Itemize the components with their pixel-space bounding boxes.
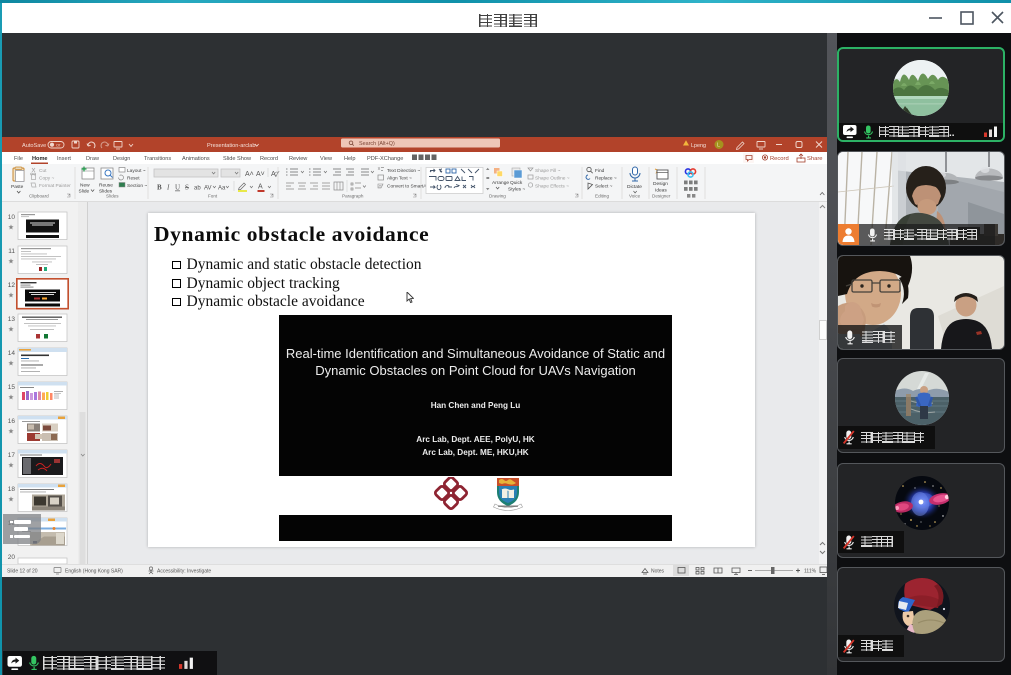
svg-text:A˄: A˄ [245, 171, 254, 178]
svg-text:Font: Font [208, 194, 218, 199]
svg-text:Accessibility: Investigate: Accessibility: Investigate [157, 569, 211, 575]
svg-text:Design: Design [113, 156, 130, 162]
svg-text:AutoSave: AutoSave [22, 143, 46, 149]
svg-text:PDF-XChange: PDF-XChange [367, 156, 403, 162]
svg-text:Drawing: Drawing [489, 194, 506, 199]
svg-text:Paragraph: Paragraph [342, 194, 364, 199]
svg-text:Quick: Quick [510, 180, 523, 186]
svg-text:A: A [258, 184, 263, 191]
svg-text:Animations: Animations [182, 156, 210, 162]
svg-text:S: S [185, 184, 189, 192]
svg-text:Styles ~: Styles ~ [508, 187, 525, 193]
svg-text:Lpeng: Lpeng [691, 143, 706, 149]
svg-text:Presentation-arclab: Presentation-arclab [207, 143, 256, 149]
svg-text:12: 12 [8, 282, 16, 289]
svg-text:AV: AV [204, 186, 212, 192]
svg-text:ab: ab [194, 186, 201, 192]
svg-text:Notes: Notes [651, 569, 665, 575]
svg-text:Slide: Slide [79, 189, 90, 195]
svg-text:A˅: A˅ [256, 171, 265, 178]
svg-text:Search (Alt+Q): Search (Alt+Q) [359, 141, 395, 147]
svg-text:Shape Fill ~: Shape Fill ~ [535, 168, 561, 174]
svg-text:Shape Outline ~: Shape Outline ~ [535, 176, 570, 182]
svg-text:Help: Help [344, 156, 356, 162]
svg-text:14: 14 [8, 350, 16, 357]
svg-text:Copy ~: Copy ~ [39, 176, 55, 182]
svg-text:Voice: Voice [629, 194, 641, 199]
svg-text:13: 13 [8, 316, 16, 323]
svg-text:Record: Record [770, 156, 789, 162]
svg-text:Insert: Insert [57, 156, 71, 162]
svg-text:View: View [320, 156, 333, 162]
svg-text:Section ~: Section ~ [127, 183, 147, 189]
svg-text:Aa: Aa [218, 186, 226, 192]
svg-text:Reset: Reset [127, 176, 140, 182]
svg-text:Text Direction ~: Text Direction ~ [387, 168, 420, 174]
svg-text:Replace ~: Replace ~ [595, 176, 617, 182]
svg-text:New: New [80, 183, 90, 189]
svg-text:Cut: Cut [39, 168, 47, 174]
svg-text:Design: Design [653, 181, 668, 187]
svg-text:Format Painter: Format Painter [39, 183, 71, 189]
svg-text:Transitions: Transitions [144, 156, 171, 162]
svg-text:U: U [175, 184, 180, 192]
svg-text:Slide 12 of 20: Slide 12 of 20 [7, 569, 38, 575]
svg-text:Find: Find [595, 168, 605, 174]
svg-text:Clipboard: Clipboard [29, 194, 49, 199]
svg-text:Draw: Draw [86, 156, 100, 162]
svg-text:B: B [157, 184, 162, 192]
svg-text:Designer: Designer [652, 194, 671, 199]
svg-text:Align Text ~: Align Text ~ [387, 176, 412, 182]
svg-text:File: File [14, 156, 23, 162]
svg-text:20: 20 [8, 554, 16, 561]
svg-text:L: L [717, 143, 720, 149]
svg-text:Paste: Paste [11, 184, 24, 190]
svg-text:Layout ~: Layout ~ [127, 168, 146, 174]
svg-text:Editing: Editing [595, 194, 609, 199]
svg-text:11: 11 [8, 248, 15, 255]
svg-text:Shape Effects ~: Shape Effects ~ [535, 184, 569, 190]
svg-text:Review: Review [289, 156, 308, 162]
svg-text:18: 18 [8, 486, 16, 493]
svg-text:Slide Show: Slide Show [223, 156, 252, 162]
svg-text:Home: Home [32, 156, 48, 162]
svg-text:16: 16 [8, 418, 16, 425]
svg-text:Select ~: Select ~ [595, 184, 613, 190]
svg-text:Record: Record [260, 156, 278, 162]
svg-text:Share: Share [807, 156, 822, 162]
svg-text:15: 15 [8, 384, 16, 391]
svg-text:Arrange: Arrange [492, 180, 509, 186]
svg-text:17: 17 [8, 452, 16, 459]
svg-text:10: 10 [8, 214, 16, 221]
svg-text:111%: 111% [804, 569, 817, 575]
svg-text:Dictate: Dictate [627, 184, 642, 190]
svg-text:Reuse: Reuse [99, 183, 113, 189]
svg-text:Slides: Slides [106, 194, 119, 199]
svg-text:English (Hong Kong SAR): English (Hong Kong SAR) [65, 569, 123, 575]
